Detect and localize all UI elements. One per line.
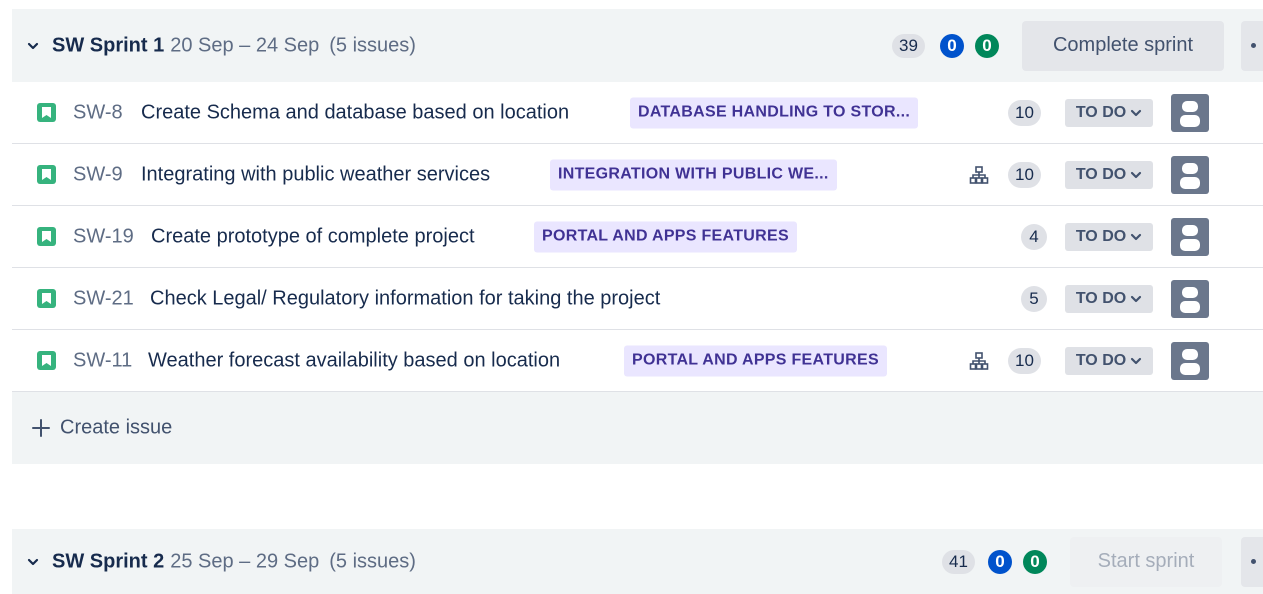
issue-key[interactable]: SW-19 xyxy=(73,225,134,248)
assignee-avatar[interactable] xyxy=(1171,279,1209,318)
assignee-avatar[interactable] xyxy=(1171,93,1209,132)
status-dropdown[interactable]: TO DO xyxy=(1065,98,1153,127)
story-icon xyxy=(37,227,56,246)
story-points-badge: 10 xyxy=(1008,347,1041,374)
chevron-down-icon xyxy=(1131,357,1142,364)
status-label: TO DO xyxy=(1075,351,1127,369)
sprint-issue-count: (5 issues) xyxy=(329,34,416,56)
issue-key[interactable]: SW-9 xyxy=(73,163,123,186)
status-label: TO DO xyxy=(1075,289,1127,307)
story-icon xyxy=(37,165,56,184)
sprint-issue-list: SW-8 Create Schema and database based on… xyxy=(12,82,1263,464)
assignee-avatar[interactable] xyxy=(1171,155,1209,194)
sprint-name: SW Sprint 1 xyxy=(52,34,165,56)
avatar-placeholder-icon xyxy=(1180,224,1200,251)
assignee-avatar[interactable] xyxy=(1171,217,1209,256)
status-dropdown[interactable]: TO DO xyxy=(1065,284,1153,313)
status-label: TO DO xyxy=(1075,165,1127,183)
epic-label[interactable]: INTEGRATION WITH PUBLIC WE... xyxy=(550,159,837,190)
sprint-header-sprint-2[interactable]: SW Sprint 2 25 Sep – 29 Sep (5 issues) 41 … xyxy=(12,529,1263,594)
sprint-dates: 25 Sep – 29 Sep xyxy=(170,550,320,572)
sprint-issue-count: (5 issues) xyxy=(329,550,416,572)
sprint-more-button[interactable] xyxy=(1241,536,1263,587)
issue-row[interactable]: SW-21 Check Legal/ Regulatory informatio… xyxy=(12,268,1263,330)
chevron-down-icon[interactable] xyxy=(26,39,40,53)
chevron-down-icon xyxy=(1131,295,1142,302)
issue-row[interactable]: SW-8 Create Schema and database based on… xyxy=(12,82,1263,144)
issue-key[interactable]: SW-11 xyxy=(73,349,132,372)
story-points-badge: 10 xyxy=(1008,99,1041,126)
status-label: TO DO xyxy=(1075,227,1127,245)
create-issue-label: Create issue xyxy=(60,416,173,439)
story-icon xyxy=(37,351,56,370)
epic-label[interactable]: PORTAL AND APPS FEATURES xyxy=(624,345,887,376)
sprint-name: SW Sprint 2 xyxy=(52,550,165,572)
epic-label[interactable]: PORTAL AND APPS FEATURES xyxy=(534,221,797,252)
complete-sprint-button[interactable]: Complete sprint xyxy=(1022,20,1224,71)
status-dropdown[interactable]: TO DO xyxy=(1065,346,1153,375)
sprint-title: SW Sprint 2 25 Sep – 29 Sep (5 issues) xyxy=(52,550,416,573)
story-icon xyxy=(37,103,56,122)
sprint-more-button[interactable] xyxy=(1241,20,1263,71)
points-todo-badge: 39 xyxy=(892,33,925,58)
issue-summary: Check Legal/ Regulatory information for … xyxy=(150,287,661,309)
points-todo-badge: 41 xyxy=(942,549,975,574)
child-issues-icon[interactable] xyxy=(969,351,989,371)
backlog-page: SW Sprint 1 20 Sep – 24 Sep (5 issues) 39 … xyxy=(0,0,1263,594)
avatar-placeholder-icon xyxy=(1180,162,1200,189)
assignee-avatar[interactable] xyxy=(1171,341,1209,380)
points-done-badge: 0 xyxy=(975,33,999,58)
chevron-down-icon xyxy=(1131,233,1142,240)
issue-row[interactable]: SW-19 Create prototype of complete proje… xyxy=(12,206,1263,268)
points-done-badge: 0 xyxy=(1023,549,1047,574)
epic-label[interactable]: DATABASE HANDLING TO STOR... xyxy=(630,97,919,128)
issue-row[interactable]: SW-9 Integrating with public weather ser… xyxy=(12,144,1263,206)
story-points-badge: 10 xyxy=(1008,161,1041,188)
more-icon xyxy=(1251,558,1256,564)
sprint-dates: 20 Sep – 24 Sep xyxy=(170,34,320,56)
issue-summary: Create prototype of complete project xyxy=(151,225,475,247)
status-dropdown[interactable]: TO DO xyxy=(1065,222,1153,251)
issue-row[interactable]: SW-11 Weather forecast availability base… xyxy=(12,330,1263,392)
story-icon xyxy=(37,289,56,308)
story-points-badge: 5 xyxy=(1021,285,1047,312)
issue-summary: Create Schema and database based on loca… xyxy=(141,101,570,123)
issue-summary: Integrating with public weather services xyxy=(141,163,491,185)
plus-icon xyxy=(32,419,50,437)
points-in-progress-badge: 0 xyxy=(988,549,1012,574)
chevron-down-icon xyxy=(1131,171,1142,178)
issue-key[interactable]: SW-8 xyxy=(73,101,123,124)
issue-key[interactable]: SW-21 xyxy=(73,287,134,310)
sprint-header-sprint-1[interactable]: SW Sprint 1 20 Sep – 24 Sep (5 issues) 39 … xyxy=(12,9,1263,82)
sprint-title: SW Sprint 1 20 Sep – 24 Sep (5 issues) xyxy=(52,34,416,57)
chevron-down-icon xyxy=(1131,109,1142,116)
more-icon xyxy=(1251,42,1256,48)
create-issue-button[interactable]: Create issue xyxy=(12,392,1263,464)
start-sprint-button[interactable]: Start sprint xyxy=(1070,536,1222,587)
child-issues-icon[interactable] xyxy=(969,165,989,185)
status-label: TO DO xyxy=(1075,103,1127,121)
story-points-badge: 4 xyxy=(1021,223,1047,250)
chevron-down-icon[interactable] xyxy=(26,555,40,569)
points-in-progress-badge: 0 xyxy=(940,33,964,58)
avatar-placeholder-icon xyxy=(1180,286,1200,313)
status-dropdown[interactable]: TO DO xyxy=(1065,160,1153,189)
issue-summary: Weather forecast availability based on l… xyxy=(148,349,561,371)
avatar-placeholder-icon xyxy=(1180,100,1200,127)
avatar-placeholder-icon xyxy=(1180,348,1200,375)
